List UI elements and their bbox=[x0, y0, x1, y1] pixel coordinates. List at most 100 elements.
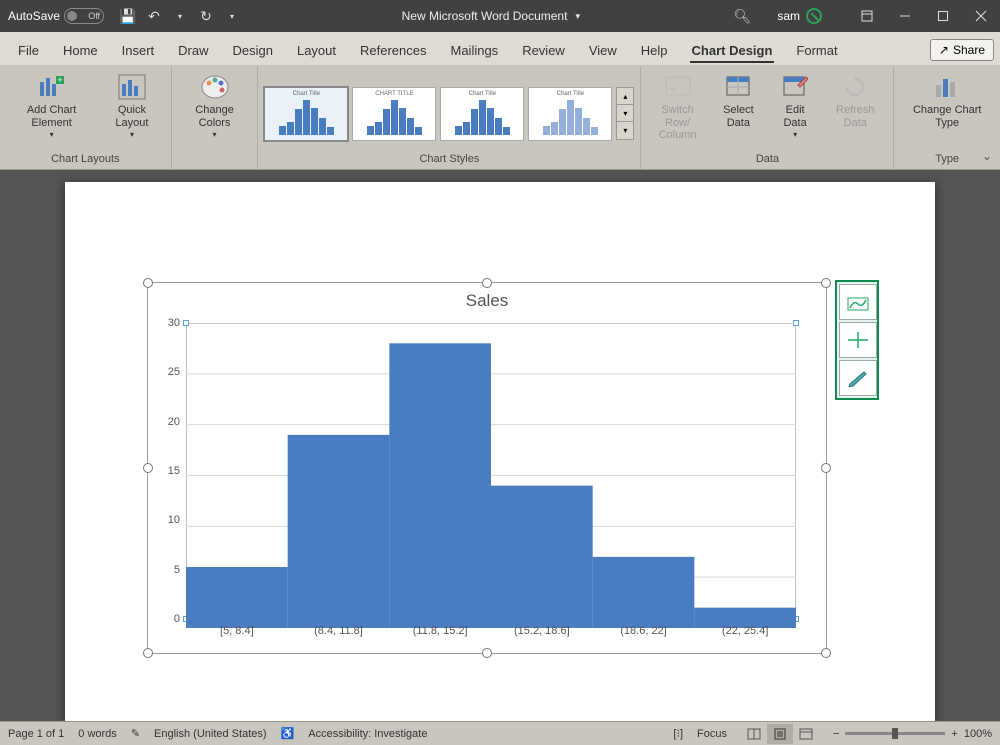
chart-styles-button[interactable] bbox=[839, 322, 877, 358]
plot-area[interactable]: 051015202530 [5, 8.4](8.4, 11.8](11.8, 1… bbox=[186, 323, 796, 619]
quick-layout-label: Quick Layout bbox=[103, 104, 160, 129]
tab-references[interactable]: References bbox=[348, 35, 438, 65]
quick-layout-button[interactable]: Quick Layout▾ bbox=[99, 70, 164, 141]
status-focus[interactable]: Focus bbox=[697, 728, 727, 740]
switch-label: Switch Row/ Column bbox=[651, 104, 703, 142]
x-axis-tick: (18.6, 22] bbox=[620, 619, 666, 637]
search-icon[interactable]: 🔍︎ bbox=[734, 8, 752, 25]
resize-handle[interactable] bbox=[143, 278, 153, 288]
refresh-data-button[interactable]: Refresh Data bbox=[823, 70, 887, 131]
resize-handle[interactable] bbox=[143, 463, 153, 473]
edit-data-label: Edit Data bbox=[773, 104, 817, 129]
read-mode-icon[interactable] bbox=[741, 724, 767, 744]
change-chart-type-button[interactable]: Change Chart Type bbox=[900, 70, 994, 131]
tab-review[interactable]: Review bbox=[510, 35, 577, 65]
zoom-slider[interactable] bbox=[845, 732, 945, 735]
chart-style-3[interactable]: Chart Title bbox=[440, 87, 524, 141]
x-axis-tick: (15.2, 18.6] bbox=[514, 619, 570, 637]
close-button[interactable] bbox=[962, 0, 1000, 32]
change-colors-label: Change Colors bbox=[182, 104, 248, 129]
zoom-level[interactable]: 100% bbox=[964, 728, 992, 740]
tab-layout[interactable]: Layout bbox=[285, 35, 348, 65]
status-accessibility[interactable]: Accessibility: Investigate bbox=[308, 728, 427, 740]
tab-design[interactable]: Design bbox=[221, 35, 285, 65]
autosave-control[interactable]: AutoSave Off bbox=[0, 8, 112, 24]
svg-text:+: + bbox=[57, 75, 62, 85]
select-data-icon bbox=[722, 72, 754, 102]
maximize-button[interactable] bbox=[924, 0, 962, 32]
user-badge-icon bbox=[806, 8, 822, 24]
resize-handle[interactable] bbox=[821, 278, 831, 288]
switch-row-column-button[interactable]: Switch Row/ Column bbox=[647, 70, 707, 144]
resize-handle[interactable] bbox=[482, 648, 492, 658]
tab-chart-design[interactable]: Chart Design bbox=[680, 35, 785, 65]
gallery-more-icon[interactable]: ▾ bbox=[617, 122, 633, 139]
tab-mailings[interactable]: Mailings bbox=[439, 35, 511, 65]
zoom-in-icon[interactable]: + bbox=[951, 728, 957, 740]
ribbon-display-icon[interactable] bbox=[848, 0, 886, 32]
chart-style-4[interactable]: Chart Title bbox=[528, 87, 612, 141]
window-controls bbox=[886, 0, 1000, 32]
chevron-down-icon: ▾ bbox=[575, 11, 580, 22]
status-words[interactable]: 0 words bbox=[78, 728, 117, 740]
ribbon-group-label: Chart Styles bbox=[264, 151, 634, 169]
text-proof-icon[interactable]: ✎ bbox=[131, 727, 140, 740]
refresh-icon bbox=[839, 72, 871, 102]
user-account[interactable]: sam bbox=[769, 8, 830, 24]
select-data-button[interactable]: Select Data bbox=[710, 70, 767, 131]
add-chart-element-button[interactable]: + Add Chart Element▾ bbox=[6, 70, 97, 141]
resize-handle[interactable] bbox=[482, 278, 492, 288]
chart-style-2[interactable]: CHART TITLE bbox=[352, 87, 436, 141]
change-chart-type-label: Change Chart Type bbox=[904, 104, 990, 129]
y-axis-tick: 30 bbox=[168, 317, 186, 329]
undo-icon[interactable]: ↶ bbox=[142, 2, 166, 30]
resize-handle[interactable] bbox=[821, 463, 831, 473]
tab-draw[interactable]: Draw bbox=[166, 35, 220, 65]
document-title[interactable]: New Microsoft Word Document▾ bbox=[248, 9, 734, 23]
tab-home[interactable]: Home bbox=[51, 35, 110, 65]
ribbon-group-label-empty bbox=[178, 151, 252, 169]
qat-customize-icon[interactable]: ▾ bbox=[220, 2, 244, 30]
autosave-toggle[interactable]: Off bbox=[64, 8, 104, 24]
collapse-ribbon-icon[interactable]: ⌄ bbox=[982, 149, 992, 163]
save-icon[interactable]: 💾 bbox=[116, 2, 140, 30]
tab-insert[interactable]: Insert bbox=[110, 35, 167, 65]
refresh-label: Refresh Data bbox=[827, 104, 883, 129]
undo-dropdown-icon[interactable]: ▾ bbox=[168, 2, 192, 30]
share-button[interactable]: ↗Share bbox=[930, 39, 994, 61]
y-axis-tick: 5 bbox=[174, 564, 186, 576]
focus-icon[interactable]: [⁝] bbox=[673, 727, 683, 740]
status-language[interactable]: English (United States) bbox=[154, 728, 267, 740]
chart-elements-button[interactable] bbox=[839, 284, 877, 320]
title-bar: AutoSave Off 💾 ↶ ▾ ↻ ▾ New Microsoft Wor… bbox=[0, 0, 1000, 32]
redo-icon[interactable]: ↻ bbox=[194, 2, 218, 30]
page[interactable]: Sales 051015202530 [5, 8.4](8.4, 11.8](1… bbox=[65, 182, 935, 721]
accessibility-icon[interactable]: ♿ bbox=[281, 727, 295, 740]
chart-style-1[interactable]: Chart Title bbox=[264, 87, 348, 141]
print-layout-icon[interactable] bbox=[767, 724, 793, 744]
tab-view[interactable]: View bbox=[577, 35, 629, 65]
status-page[interactable]: Page 1 of 1 bbox=[8, 728, 64, 740]
x-axis-tick: (8.4, 11.8] bbox=[314, 619, 363, 637]
switch-icon bbox=[662, 72, 694, 102]
minimize-button[interactable] bbox=[886, 0, 924, 32]
tab-help[interactable]: Help bbox=[629, 35, 680, 65]
gallery-up-icon[interactable]: ▴ bbox=[617, 88, 633, 105]
tab-file[interactable]: File bbox=[6, 35, 51, 65]
chart-object[interactable]: Sales 051015202530 [5, 8.4](8.4, 11.8](1… bbox=[147, 282, 827, 654]
web-layout-icon[interactable] bbox=[793, 724, 819, 744]
x-axis-tick: [5, 8.4] bbox=[220, 619, 254, 637]
change-colors-button[interactable]: Change Colors▾ bbox=[178, 70, 252, 141]
add-chart-element-icon: + bbox=[36, 72, 68, 102]
gallery-down-icon[interactable]: ▾ bbox=[617, 105, 633, 122]
resize-handle[interactable] bbox=[143, 648, 153, 658]
edit-data-button[interactable]: Edit Data▾ bbox=[769, 70, 821, 141]
gallery-scroll: ▴ ▾ ▾ bbox=[616, 87, 634, 140]
x-axis-tick: (11.8, 15.2] bbox=[413, 619, 468, 637]
zoom-out-icon[interactable]: − bbox=[833, 728, 839, 740]
x-axis-tick: (22, 25.4] bbox=[722, 619, 768, 637]
resize-handle[interactable] bbox=[821, 648, 831, 658]
chart-filters-button[interactable] bbox=[839, 360, 877, 396]
y-axis-tick: 15 bbox=[168, 465, 186, 477]
tab-format[interactable]: Format bbox=[784, 35, 849, 65]
